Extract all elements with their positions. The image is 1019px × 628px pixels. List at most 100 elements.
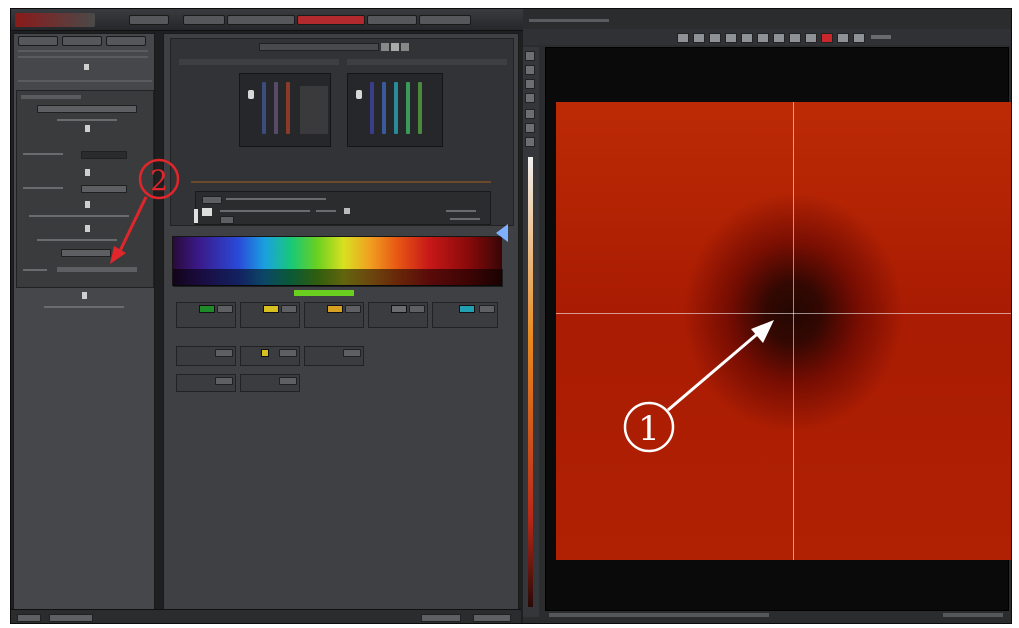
- tab-2[interactable]: [227, 15, 295, 25]
- viewer-status-text: [549, 613, 769, 617]
- laser-checkbox[interactable]: [344, 208, 350, 214]
- value-knob[interactable]: [84, 64, 89, 70]
- color-field[interactable]: [81, 151, 127, 159]
- detector-icon[interactable]: [391, 43, 399, 51]
- fader-bank-right: [347, 73, 443, 147]
- left-tab-1[interactable]: [18, 36, 58, 46]
- toolbar-icon[interactable]: [677, 33, 689, 43]
- value-knob[interactable]: [85, 169, 90, 176]
- detector-icon[interactable]: [381, 43, 389, 51]
- toolbar-button-1[interactable]: [129, 15, 169, 25]
- tab-active[interactable]: [297, 15, 365, 25]
- toolbar-icon-active[interactable]: [821, 33, 833, 43]
- slider-field[interactable]: [81, 185, 127, 193]
- value-knob[interactable]: [85, 201, 90, 208]
- tool-icon[interactable]: [525, 93, 535, 103]
- fader-blue[interactable]: [382, 82, 386, 134]
- toolbar-icon[interactable]: [773, 33, 785, 43]
- detection-range-bar[interactable]: [294, 290, 354, 296]
- mode-selector[interactable]: [37, 105, 137, 113]
- emission-spectrum[interactable]: [172, 236, 503, 287]
- fader-cyan[interactable]: [394, 82, 398, 134]
- channel-toggle[interactable]: [281, 305, 297, 313]
- bottom-button[interactable]: [49, 614, 93, 622]
- channel-toggle[interactable]: [215, 377, 233, 385]
- toolbar-icon[interactable]: [757, 33, 769, 43]
- channel-slot[interactable]: [368, 302, 428, 328]
- tool-icon[interactable]: [525, 79, 535, 89]
- toolbar-icon[interactable]: [837, 33, 849, 43]
- toolbar-icon[interactable]: [741, 33, 753, 43]
- channel-slot[interactable]: [240, 346, 300, 366]
- channel-toggle[interactable]: [479, 305, 495, 313]
- fluorescence-image[interactable]: [556, 102, 1011, 560]
- fader-knob[interactable]: [356, 90, 362, 99]
- column-header-right: [347, 59, 507, 65]
- bottom-button[interactable]: [421, 614, 461, 622]
- fader-green[interactable]: [406, 82, 410, 134]
- crosshair-icon: [556, 312, 1011, 314]
- tool-icon[interactable]: [525, 109, 535, 119]
- lut-scale-bar: [528, 157, 533, 607]
- toolbar-icon[interactable]: [853, 33, 865, 43]
- channel-slot[interactable]: [240, 374, 300, 392]
- tool-icon[interactable]: [525, 51, 535, 61]
- value-knob[interactable]: [85, 225, 90, 232]
- image-canvas[interactable]: [545, 47, 1011, 611]
- tool-icon[interactable]: [525, 123, 535, 133]
- fader-red[interactable]: [286, 82, 290, 134]
- laser-label: [446, 210, 476, 212]
- fader-green-2[interactable]: [418, 82, 422, 134]
- left-tab-2[interactable]: [62, 36, 102, 46]
- channel-toggle[interactable]: [215, 349, 233, 357]
- channel-toggle[interactable]: [409, 305, 425, 313]
- viewer-title: [529, 19, 609, 22]
- left-tab-3[interactable]: [106, 36, 146, 46]
- channel-toggle[interactable]: [343, 349, 361, 357]
- fader-display: [300, 86, 328, 134]
- fader-knob[interactable]: [248, 90, 254, 99]
- channel-slot[interactable]: [304, 302, 364, 328]
- toolbar-icon[interactable]: [709, 33, 721, 43]
- channel-slot[interactable]: [176, 302, 236, 328]
- channel-toggle[interactable]: [217, 305, 233, 313]
- bottom-button[interactable]: [17, 614, 41, 622]
- laser-label: [226, 198, 326, 200]
- fader-purple[interactable]: [274, 82, 278, 134]
- tool-icon[interactable]: [525, 137, 535, 147]
- toolbar-icon[interactable]: [693, 33, 705, 43]
- label-line: [23, 269, 47, 271]
- label-line: [23, 187, 63, 189]
- fader-indigo[interactable]: [370, 82, 374, 134]
- tab-1[interactable]: [183, 15, 225, 25]
- laser-button[interactable]: [202, 196, 222, 204]
- channel-color-swatch: [327, 305, 343, 313]
- toolbar-icon[interactable]: [805, 33, 817, 43]
- toolbar-icon[interactable]: [789, 33, 801, 43]
- tab-5[interactable]: [419, 15, 471, 25]
- value-knob[interactable]: [85, 125, 90, 132]
- slider-handle[interactable]: [194, 209, 198, 223]
- bottom-button[interactable]: [473, 614, 511, 622]
- laser-button[interactable]: [220, 216, 234, 224]
- tab-4[interactable]: [367, 15, 417, 25]
- label-line: [37, 239, 117, 241]
- fader-blue[interactable]: [262, 82, 266, 134]
- channel-slot[interactable]: [176, 374, 236, 392]
- apply-button[interactable]: [61, 249, 111, 257]
- channel-slot[interactable]: [240, 302, 300, 328]
- channel-slot[interactable]: [176, 346, 236, 366]
- channel-slot[interactable]: [432, 302, 498, 328]
- laser-toggle[interactable]: [202, 208, 212, 216]
- spectrum-axis: [173, 269, 503, 287]
- tool-icon[interactable]: [525, 65, 535, 75]
- spectrum-pointer-icon[interactable]: [494, 222, 510, 244]
- value-knob[interactable]: [82, 292, 87, 299]
- detector-icon[interactable]: [401, 43, 409, 51]
- slider-track[interactable]: [57, 267, 137, 272]
- toolbar-icon[interactable]: [725, 33, 737, 43]
- channel-toggle[interactable]: [279, 349, 297, 357]
- channel-toggle[interactable]: [279, 377, 297, 385]
- channel-toggle[interactable]: [345, 305, 361, 313]
- channel-slot[interactable]: [304, 346, 364, 366]
